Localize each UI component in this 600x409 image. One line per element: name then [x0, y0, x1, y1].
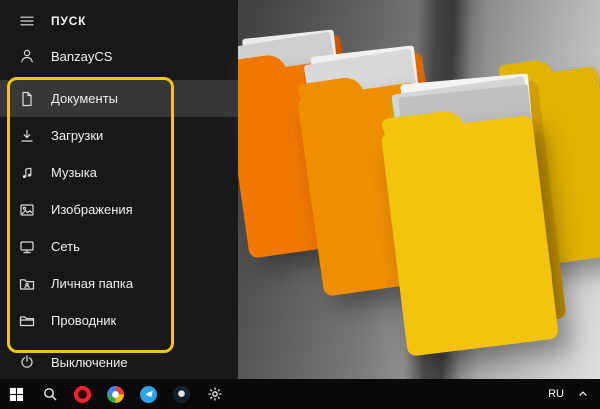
item-label: Музыка [51, 165, 97, 180]
start-menu-item-documents[interactable]: Документы [0, 80, 238, 117]
search-button[interactable] [33, 379, 66, 409]
item-label: Личная папка [51, 276, 133, 291]
item-label: Сеть [51, 239, 80, 254]
user-account-item[interactable]: BanzayCS [0, 38, 238, 74]
hamburger-icon[interactable] [19, 13, 35, 29]
personal-folder-icon [19, 276, 35, 292]
taskbar-app-telegram[interactable] [132, 379, 165, 409]
language-indicator[interactable]: RU [548, 388, 564, 400]
download-icon [19, 128, 35, 144]
item-label: Изображения [51, 202, 133, 217]
start-menu-title: ПУСК [51, 14, 86, 28]
start-menu-item-personal-folder[interactable]: Личная папка [0, 265, 238, 302]
windows-logo-icon [9, 387, 24, 402]
folder-stack-yellow [369, 77, 592, 378]
start-menu-header: ПУСК [0, 0, 238, 38]
start-menu-item-music[interactable]: Музыка [0, 154, 238, 191]
start-menu-item-downloads[interactable]: Загрузки [0, 117, 238, 154]
image-icon [19, 202, 35, 218]
music-icon [19, 165, 35, 181]
item-label: Выключение [51, 355, 128, 370]
search-icon [42, 386, 58, 402]
user-icon [19, 48, 35, 64]
chevron-up-icon[interactable] [577, 388, 589, 400]
start-menu-panel: ПУСК BanzayCS Документы Загрузки Музыка … [0, 0, 238, 379]
taskbar-app-browser[interactable] [99, 379, 132, 409]
explorer-icon [19, 313, 35, 329]
start-menu-item-explorer[interactable]: Проводник [0, 302, 238, 339]
taskbar-app-settings[interactable] [198, 379, 231, 409]
power-icon [19, 354, 35, 370]
start-menu-item-network[interactable]: Сеть [0, 228, 238, 265]
steam-icon [173, 386, 190, 403]
taskbar: RU [0, 379, 600, 409]
item-label: Проводник [51, 313, 116, 328]
item-label: Документы [51, 91, 118, 106]
network-icon [19, 239, 35, 255]
gear-icon [207, 386, 223, 402]
opera-icon [74, 386, 91, 403]
taskbar-app-steam[interactable] [165, 379, 198, 409]
user-name: BanzayCS [51, 49, 112, 64]
taskbar-app-opera[interactable] [66, 379, 99, 409]
system-tray: RU [548, 388, 600, 400]
item-label: Загрузки [51, 128, 103, 143]
desktop-screen: ПУСК BanzayCS Документы Загрузки Музыка … [0, 0, 600, 409]
start-button[interactable] [0, 379, 33, 409]
document-icon [19, 91, 35, 107]
start-menu-item-pictures[interactable]: Изображения [0, 191, 238, 228]
browser-icon [107, 386, 124, 403]
start-menu-item-power[interactable]: Выключение [0, 345, 238, 379]
telegram-icon [140, 386, 157, 403]
folder-front [381, 115, 559, 357]
